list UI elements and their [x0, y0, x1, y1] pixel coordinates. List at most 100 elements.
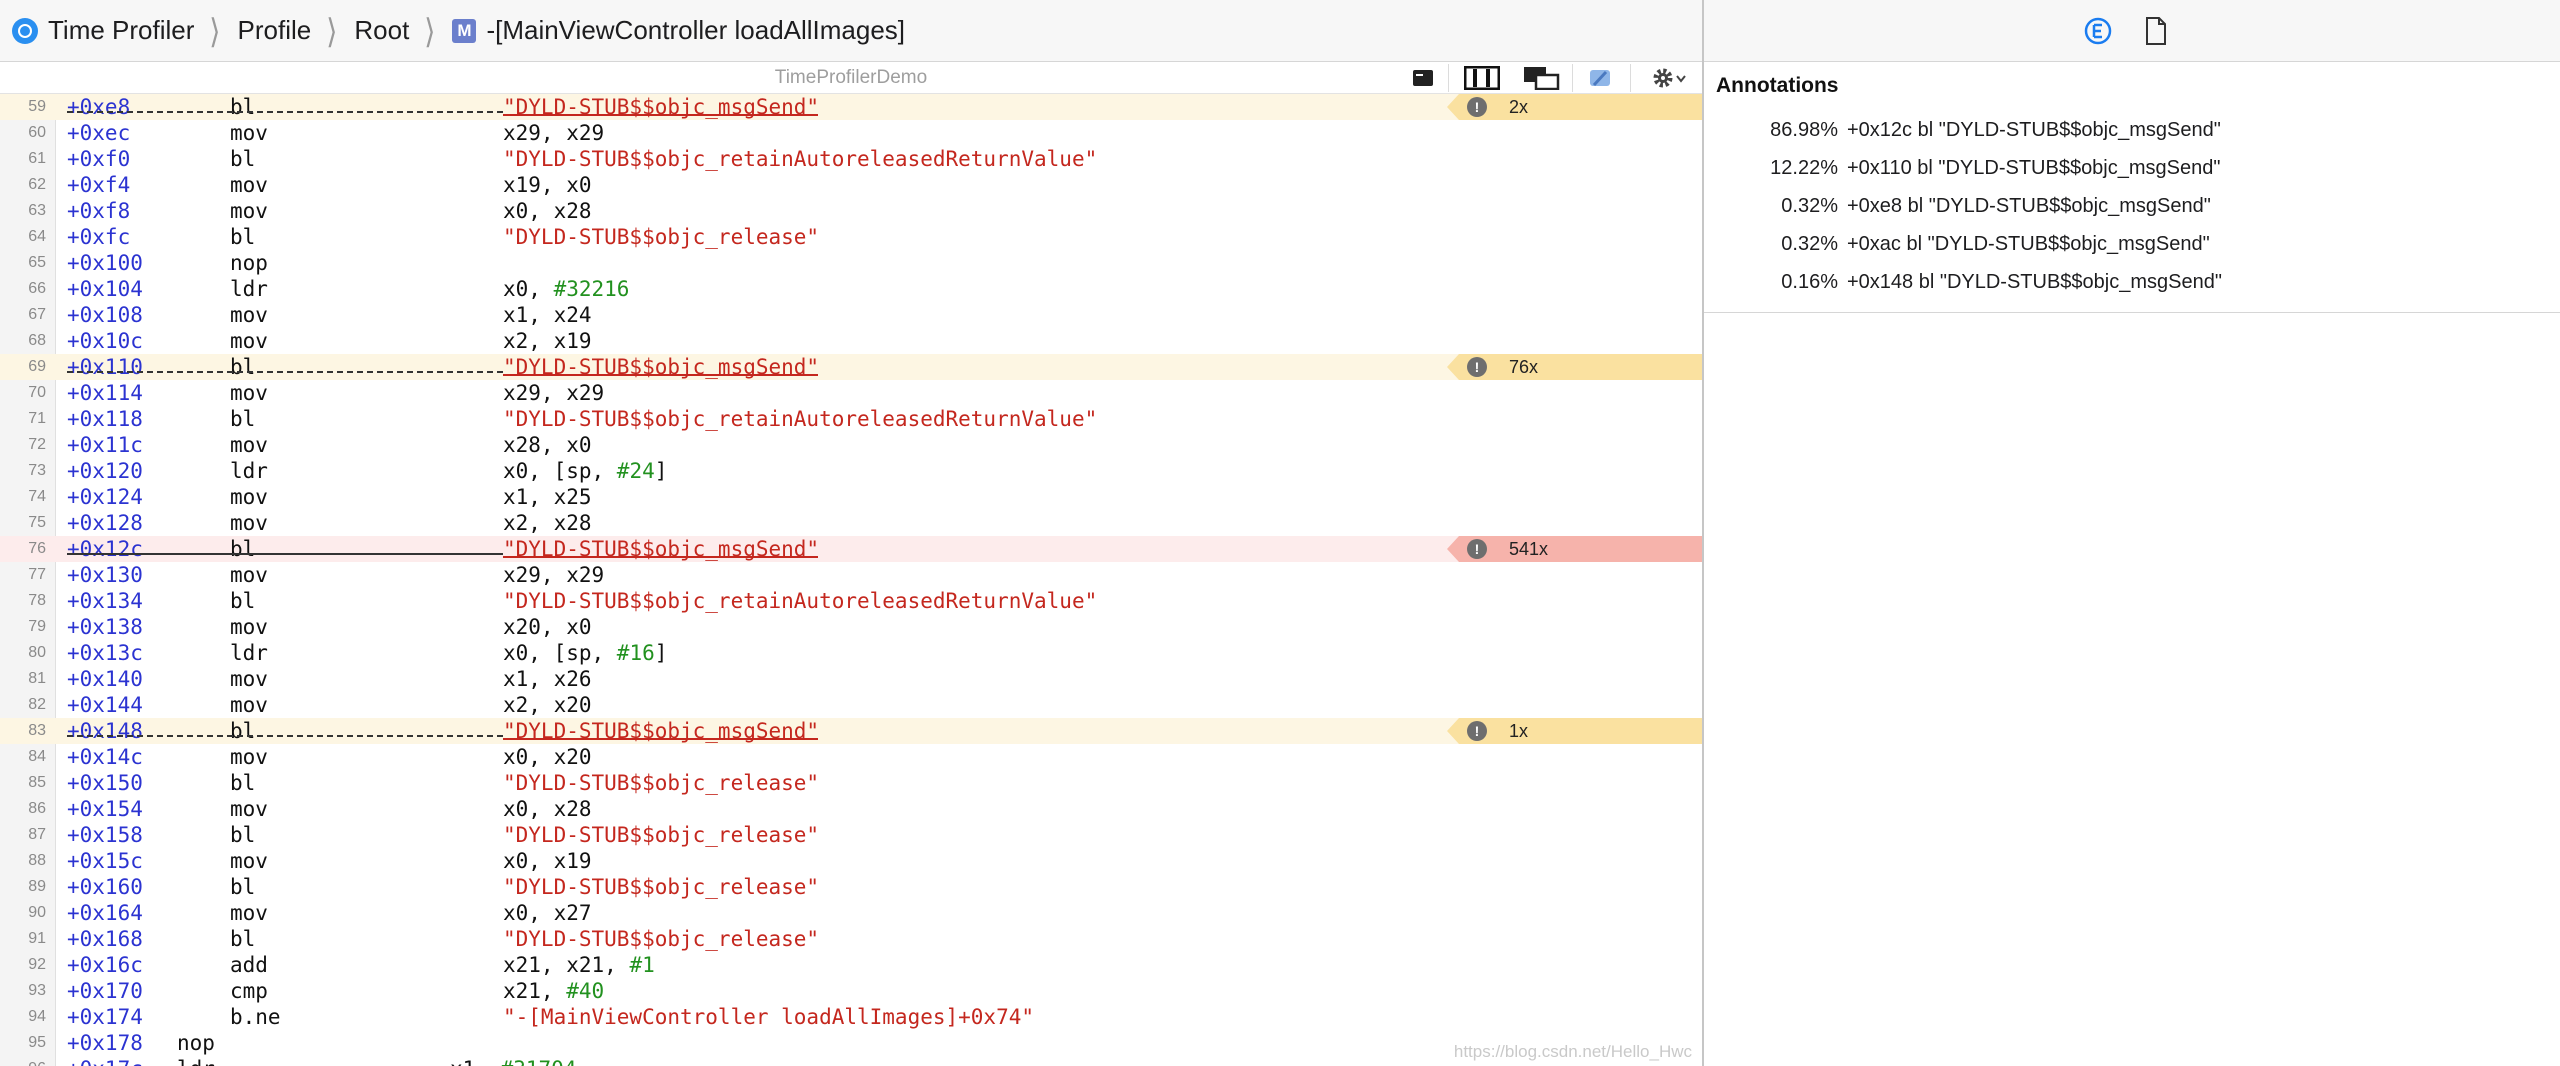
instruction-operands: x20, x0: [503, 614, 592, 640]
code-row[interactable]: 64 +0xfc bl "DYLD-STUB$$objc_release": [0, 224, 1702, 250]
sample-count-badge[interactable]: ! 1x: [1447, 718, 1702, 744]
code-row[interactable]: 65 +0x100 nop: [0, 250, 1702, 276]
instruction-mnemonic: bl: [230, 407, 256, 431]
instruction-operands: x0, x19: [503, 848, 592, 874]
code-row[interactable]: 86 +0x154 mov x0, x28: [0, 796, 1702, 822]
code-row[interactable]: 96 +0x17c ldr x1, #31704: [0, 1056, 1702, 1066]
instruction-address: +0x128: [67, 511, 143, 535]
instruction-mnemonic: mov: [230, 745, 268, 769]
code-row[interactable]: 93 +0x170 cmp x21, #40: [0, 978, 1702, 1004]
extended-detail-tab[interactable]: [2084, 17, 2112, 45]
instruction-operands: x2, x20: [503, 692, 592, 718]
code-row[interactable]: 78 +0x134 bl "DYLD-STUB$$objc_retainAutorel…: [0, 588, 1702, 614]
code-row[interactable]: 82 +0x144 mov x2, x20: [0, 692, 1702, 718]
code-row[interactable]: 85 +0x150 bl "DYLD-STUB$$objc_release": [0, 770, 1702, 796]
xcode-button[interactable]: [1586, 65, 1616, 91]
breadcrumb-item-root[interactable]: Root: [354, 15, 409, 46]
instruction-operands: "DYLD-STUB$$objc_msgSend": [503, 536, 819, 562]
annotation-row[interactable]: 0.32% +0xe8 bl "DYLD-STUB$$objc_msgSend": [1704, 187, 2560, 225]
split-view-button[interactable]: [1462, 65, 1502, 91]
code-row[interactable]: 71 +0x118 bl "DYLD-STUB$$objc_retainAutorel…: [0, 406, 1702, 432]
line-number: 63: [28, 202, 46, 219]
instruction-address: +0x15c: [67, 849, 143, 873]
code-row[interactable]: 61 +0xf0 bl "DYLD-STUB$$objc_retainAutorele…: [0, 146, 1702, 172]
instruction-address: +0x104: [67, 277, 143, 301]
annotation-row[interactable]: 0.16% +0x148 bl "DYLD-STUB$$objc_msgSend": [1704, 263, 2560, 301]
code-row[interactable]: 83 +0x148 bl "DYLD-STUB$$objc_msgSend"! 1x: [0, 718, 1702, 744]
code-row[interactable]: 94 +0x174 b.ne "-[MainViewController loadAl…: [0, 1004, 1702, 1030]
code-row[interactable]: 63 +0xf8 mov x0, x28: [0, 198, 1702, 224]
instruction-address: +0x17c: [67, 1056, 143, 1066]
overlay-view-button[interactable]: [1522, 65, 1562, 91]
code-row[interactable]: 73 +0x120 ldr x0, [sp, #24]: [0, 458, 1702, 484]
code-row[interactable]: 70 +0x114 mov x29, x29: [0, 380, 1702, 406]
instruction-mnemonic: bl: [230, 875, 256, 899]
breadcrumb-item-time-profiler[interactable]: Time Profiler: [12, 15, 194, 46]
code-row[interactable]: 79 +0x138 mov x20, x0: [0, 614, 1702, 640]
instruction-mnemonic: bl: [230, 355, 256, 379]
code-row[interactable]: 68 +0x10c mov x2, x19: [0, 328, 1702, 354]
call-link-underline: [67, 735, 503, 737]
code-row[interactable]: 69 +0x110 bl "DYLD-STUB$$objc_msgSend"! 76x: [0, 354, 1702, 380]
instruction-address: +0x144: [67, 693, 143, 717]
breadcrumb-item-method[interactable]: M -[MainViewController loadAllImages]: [452, 15, 905, 46]
annotation-instruction: +0x12c bl "DYLD-STUB$$objc_msgSend": [1847, 119, 2221, 141]
code-row[interactable]: 95 +0x178 nop: [0, 1030, 1702, 1056]
code-row[interactable]: 60 +0xec mov x29, x29: [0, 120, 1702, 146]
line-number: 89: [28, 878, 46, 895]
operand-string: "DYLD-STUB$$objc_retainAutoreleasedRetur…: [503, 407, 1098, 431]
annotation-row[interactable]: 0.32% +0xac bl "DYLD-STUB$$objc_msgSend": [1704, 225, 2560, 263]
show-disassembly-button[interactable]: [1410, 65, 1436, 91]
instruction-operands: "DYLD-STUB$$objc_retainAutoreleasedRetur…: [503, 406, 1097, 432]
sample-count-badge[interactable]: ! 2x: [1447, 94, 1702, 120]
sample-count-badge[interactable]: ! 541x: [1447, 536, 1702, 562]
annotation-row[interactable]: 86.98% +0x12c bl "DYLD-STUB$$objc_msgSend…: [1704, 111, 2560, 149]
operand-register: x1, x24: [503, 303, 592, 327]
code-row[interactable]: 87 +0x158 bl "DYLD-STUB$$objc_release": [0, 822, 1702, 848]
instruction-mnemonic: mov: [230, 381, 268, 405]
operand-immediate: #32216: [553, 277, 630, 301]
annotation-instruction: +0x148 bl "DYLD-STUB$$objc_msgSend": [1847, 271, 2222, 293]
annotation-row[interactable]: 12.22% +0x110 bl "DYLD-STUB$$objc_msgSend…: [1704, 149, 2560, 187]
code-row[interactable]: 76 +0x12c bl "DYLD-STUB$$objc_msgSend"! 541x: [0, 536, 1702, 562]
code-row[interactable]: 75 +0x128 mov x2, x28: [0, 510, 1702, 536]
file-inspector-tab[interactable]: [2142, 17, 2170, 45]
instruction-mnemonic: mov: [230, 563, 268, 587]
operand-register: x2, x19: [503, 329, 592, 353]
breadcrumb-item-profile[interactable]: Profile: [238, 15, 312, 46]
instruction-mnemonic: bl: [230, 771, 256, 795]
code-row[interactable]: 91 +0x168 bl "DYLD-STUB$$objc_release": [0, 926, 1702, 952]
operand-register: x2, x20: [503, 693, 592, 717]
instruction-address: +0xe8: [67, 95, 131, 119]
code-row[interactable]: 84 +0x14c mov x0, x20: [0, 744, 1702, 770]
operand-register: x0,: [503, 277, 554, 301]
settings-menu-button[interactable]: [1650, 65, 1688, 91]
instruction-operands: x19, x0: [503, 172, 592, 198]
operand-register: x29, x29: [503, 121, 605, 145]
annotation-instruction: +0xe8 bl "DYLD-STUB$$objc_msgSend": [1847, 195, 2211, 217]
code-row[interactable]: 81 +0x140 mov x1, x26: [0, 666, 1702, 692]
code-row[interactable]: 80 +0x13c ldr x0, [sp, #16]: [0, 640, 1702, 666]
code-row[interactable]: 66 +0x104 ldr x0, #32216: [0, 276, 1702, 302]
instruction-operands: x2, x28: [503, 510, 592, 536]
code-row[interactable]: 88 +0x15c mov x0, x19: [0, 848, 1702, 874]
call-link-underline: [67, 371, 503, 373]
code-row[interactable]: 74 +0x124 mov x1, x25: [0, 484, 1702, 510]
disassembly-view[interactable]: 59 +0xe8 bl "DYLD-STUB$$objc_msgSend"! 2x 60 +…: [0, 94, 1702, 1066]
code-row[interactable]: 77 +0x130 mov x29, x29: [0, 562, 1702, 588]
watermark: https://blog.csdn.net/Hello_Hwc: [1453, 1042, 1692, 1061]
instruction-operands: "DYLD-STUB$$objc_release": [503, 926, 819, 952]
operand-register: x21,: [503, 979, 567, 1003]
code-row[interactable]: 92 +0x16c add x21, x21, #1: [0, 952, 1702, 978]
annotation-instruction: +0xac bl "DYLD-STUB$$objc_msgSend": [1847, 233, 2210, 255]
code-row[interactable]: 67 +0x108 mov x1, x24: [0, 302, 1702, 328]
instruction-mnemonic: cmp: [230, 979, 268, 1003]
code-row[interactable]: 62 +0xf4 mov x19, x0: [0, 172, 1702, 198]
code-row[interactable]: 89 +0x160 bl "DYLD-STUB$$objc_release": [0, 874, 1702, 900]
code-row[interactable]: 90 +0x164 mov x0, x27: [0, 900, 1702, 926]
code-row[interactable]: 72 +0x11c mov x28, x0: [0, 432, 1702, 458]
code-row[interactable]: 59 +0xe8 bl "DYLD-STUB$$objc_msgSend"! 2x: [0, 94, 1702, 120]
operand-string: "DYLD-STUB$$objc_release": [503, 225, 820, 249]
sample-count-badge[interactable]: ! 76x: [1447, 354, 1702, 380]
instruction-operands: x0, #32216: [503, 276, 629, 302]
